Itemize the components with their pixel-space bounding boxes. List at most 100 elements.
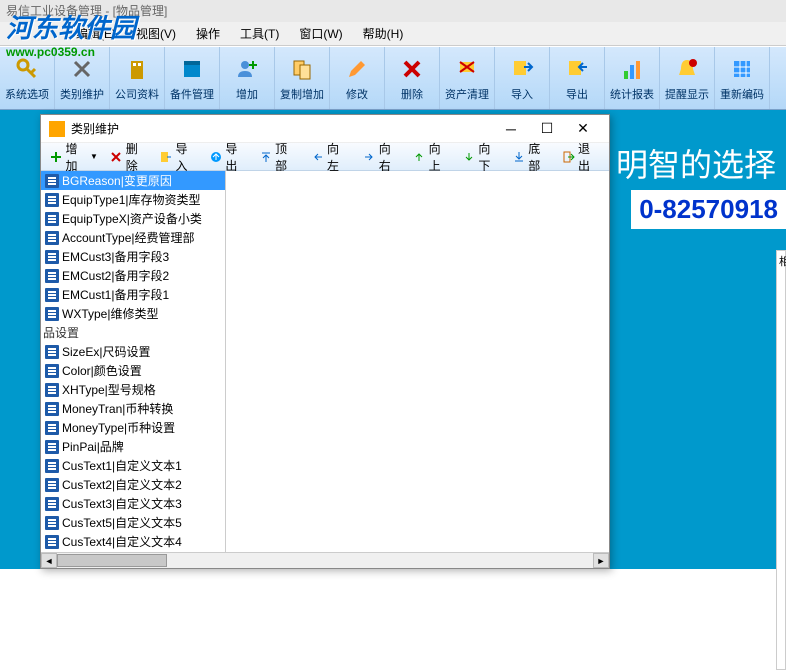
tree-node-icon [45, 345, 59, 359]
tree-node-icon [45, 269, 59, 283]
detail-panel [226, 171, 609, 568]
tree-node-icon [45, 440, 59, 454]
dlg-up-button[interactable]: 向上 [408, 138, 456, 176]
category-maintain-dialog: 类别维护 ─ ☐ ✕ 增加 ▼ 删除 导入 导出 [40, 114, 610, 569]
import-small-icon [160, 150, 173, 164]
copy-icon [288, 55, 316, 83]
tree-item[interactable]: XHType|型号规格 [41, 380, 225, 399]
tree-item[interactable]: CusText2|自定义文本2 [41, 475, 225, 494]
exit-icon [562, 150, 575, 164]
horizontal-scrollbar[interactable]: ◄ ► [41, 552, 226, 568]
tree-item[interactable]: SizeEx|尺码设置 [41, 342, 225, 361]
tree-item[interactable]: AccountType|经费管理部 [41, 228, 225, 247]
add-user-icon [233, 55, 261, 83]
copy-add-button[interactable]: 复制增加 [275, 47, 330, 109]
menu-edit[interactable]: 编辑(E) [66, 22, 126, 45]
category-maintain-button[interactable]: 类别维护 [55, 47, 110, 109]
menu-window[interactable]: 窗口(W) [289, 22, 352, 45]
dialog-icon [49, 121, 65, 137]
main-toolbar: 系统选项 类别维护 公司资料 备件管理 增加 复制增加 修改 删除 资产清理 导… [0, 46, 786, 110]
dialog-toolbar: 增加 ▼ 删除 导入 导出 顶部 向左 [41, 143, 609, 171]
tree-item[interactable]: MoneyTran|币种转换 [41, 399, 225, 418]
scroll-thumb[interactable] [57, 554, 167, 567]
tree-node-icon [45, 174, 59, 188]
tree-item[interactable]: CusText5|自定义文本5 [41, 513, 225, 532]
menu-action[interactable]: 操作 [186, 22, 230, 45]
arrow-top-icon [259, 150, 272, 164]
tree-item[interactable]: EquipType1|库存物资类型 [41, 190, 225, 209]
delete-icon [398, 55, 426, 83]
side-panel: 相 [776, 250, 786, 670]
arrow-left-icon [311, 150, 324, 164]
tree-node-icon [45, 535, 59, 549]
menu-view[interactable]: 视图(V) [126, 22, 186, 45]
dlg-import-button[interactable]: 导入 [155, 138, 203, 176]
add-button[interactable]: 增加 [220, 47, 275, 109]
arrow-bottom-icon [512, 150, 525, 164]
dlg-bottom-button[interactable]: 底部 [507, 138, 555, 176]
dlg-left-button[interactable]: 向左 [306, 138, 354, 176]
dialog-title: 类别维护 [71, 120, 493, 137]
import-icon [508, 55, 536, 83]
asset-clean-button[interactable]: 资产清理 [440, 47, 495, 109]
content-area: 明智的选择 0-82570918 相 类别维护 ─ ☐ ✕ 增加 ▼ 删除 导 [0, 110, 786, 569]
grid-icon [728, 55, 756, 83]
banner-text: 明智的选择 [606, 130, 786, 196]
scroll-left-button[interactable]: ◄ [41, 553, 57, 568]
menu-tools[interactable]: 工具(T) [230, 22, 289, 45]
tree-item-selected[interactable]: BGReason|变更原因 [41, 171, 225, 190]
tree-node-icon [45, 288, 59, 302]
dlg-top-button[interactable]: 顶部 [254, 138, 302, 176]
tree-node-icon [45, 402, 59, 416]
tree-node-icon [45, 212, 59, 226]
chevron-down-icon: ▼ [90, 152, 98, 161]
company-info-button[interactable]: 公司资料 [110, 47, 165, 109]
dlg-exit-button[interactable]: 退出 [557, 138, 605, 176]
tools-icon [68, 55, 96, 83]
tree-node-icon [45, 193, 59, 207]
delete-button[interactable]: 删除 [385, 47, 440, 109]
remind-show-button[interactable]: 提醒显示 [660, 47, 715, 109]
tree-panel[interactable]: BGReason|变更原因 EquipType1|库存物资类型 EquipTyp… [41, 171, 226, 568]
dlg-right-button[interactable]: 向右 [358, 138, 406, 176]
tree-item[interactable]: EMCust1|备用字段1 [41, 285, 225, 304]
tree-item[interactable]: Color|颜色设置 [41, 361, 225, 380]
dlg-export-button[interactable]: 导出 [205, 138, 253, 176]
app-title: 易信工业设备管理 - [物品管理] [6, 4, 167, 18]
system-options-button[interactable]: 系统选项 [0, 47, 55, 109]
tree-node-icon [45, 459, 59, 473]
tree-node-icon [45, 421, 59, 435]
tree-group-header[interactable]: 品设置 [41, 323, 225, 342]
import-button[interactable]: 导入 [495, 47, 550, 109]
tree-node-icon [45, 516, 59, 530]
stat-report-button[interactable]: 统计报表 [605, 47, 660, 109]
tree-node-icon [45, 383, 59, 397]
arrow-down-icon [463, 150, 476, 164]
tree-item[interactable]: CusText1|自定义文本1 [41, 456, 225, 475]
tree-item[interactable]: EMCust3|备用字段3 [41, 247, 225, 266]
tree-item[interactable]: CusText4|自定义文本4 [41, 532, 225, 551]
tree-item[interactable]: EquipTypeX|资产设备小类 [41, 209, 225, 228]
tree-item[interactable]: EMCust2|备用字段2 [41, 266, 225, 285]
tree-item[interactable]: CusText3|自定义文本3 [41, 494, 225, 513]
tree-item[interactable]: MoneyType|币种设置 [41, 418, 225, 437]
tree-node-icon [45, 307, 59, 321]
tree-node-icon [45, 364, 59, 378]
tree-node-icon [45, 250, 59, 264]
app-title-bar: 易信工业设备管理 - [物品管理] [0, 0, 786, 22]
dlg-add-button[interactable]: 增加 ▼ [45, 138, 103, 176]
menu-help[interactable]: 帮助(H) [353, 22, 414, 45]
scroll-track[interactable] [57, 553, 226, 568]
dlg-delete-button[interactable]: 删除 [105, 138, 153, 176]
tree-item[interactable]: PinPai|品牌 [41, 437, 225, 456]
modify-button[interactable]: 修改 [330, 47, 385, 109]
renumber-button[interactable]: 重新编码 [715, 47, 770, 109]
plus-icon [50, 150, 63, 164]
key-icon [13, 55, 41, 83]
tree-item[interactable]: WXType|维修类型 [41, 304, 225, 323]
parts-manage-button[interactable]: 备件管理 [165, 47, 220, 109]
export-button[interactable]: 导出 [550, 47, 605, 109]
clean-icon [453, 55, 481, 83]
edit-icon [343, 55, 371, 83]
dlg-down-button[interactable]: 向下 [458, 138, 506, 176]
